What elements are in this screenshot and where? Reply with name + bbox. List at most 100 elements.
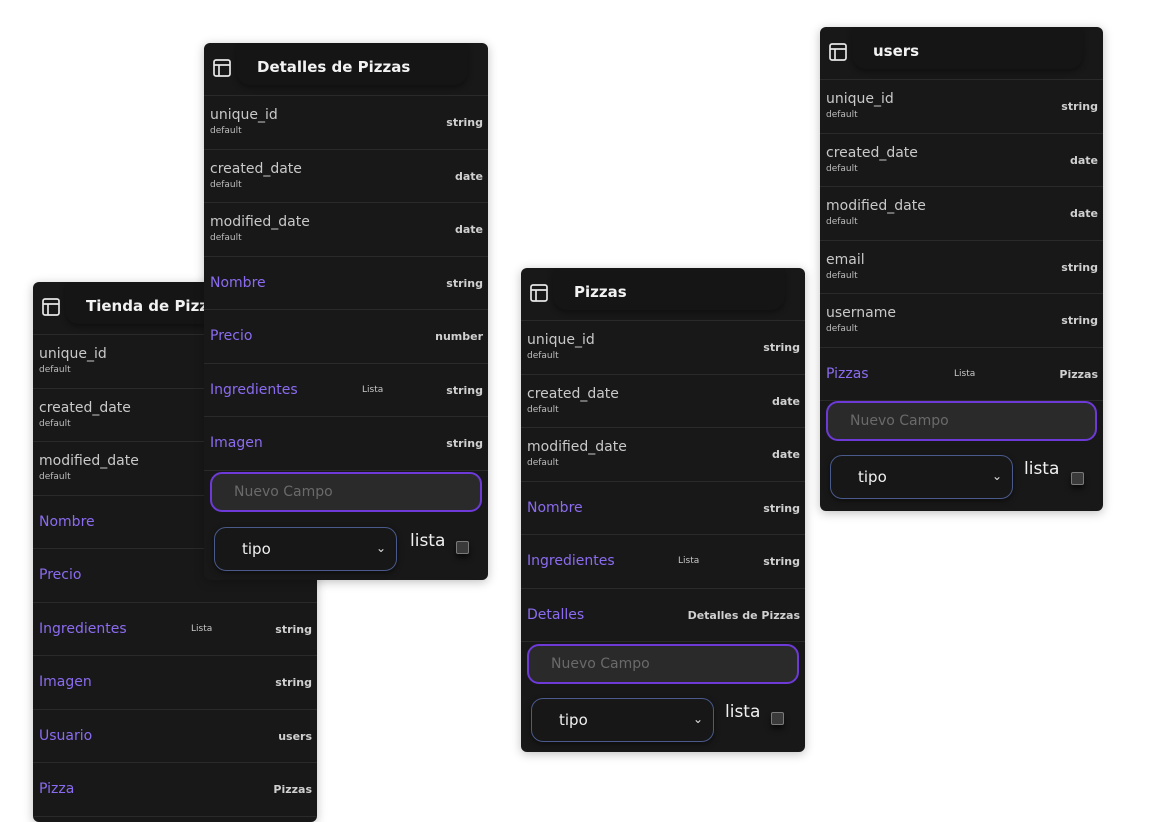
new-field-input[interactable] bbox=[527, 644, 799, 684]
field-row[interactable]: username default string bbox=[820, 294, 1103, 348]
field-row[interactable]: modified_date default date bbox=[521, 428, 805, 482]
field-type: string bbox=[275, 676, 312, 689]
card-header: Detalles de Pizzas bbox=[204, 43, 488, 96]
field-default-label: default bbox=[39, 472, 71, 482]
field-name: Precio bbox=[210, 328, 253, 344]
field-name: email bbox=[826, 251, 865, 268]
field-row[interactable]: unique_iddefault string bbox=[820, 80, 1103, 134]
field-default-label: default bbox=[826, 110, 858, 120]
chevron-down-icon: ⌄ bbox=[991, 469, 1002, 483]
field-row[interactable]: email default string bbox=[820, 241, 1103, 294]
field-default-label: default bbox=[527, 458, 559, 468]
field-name: Precio bbox=[39, 567, 82, 583]
field-type: date bbox=[454, 169, 483, 183]
type-select[interactable]: tipo ⌄ bbox=[830, 455, 1013, 499]
type-select-value: tipo bbox=[559, 711, 588, 729]
new-field-input[interactable] bbox=[826, 401, 1097, 441]
field-row[interactable]: Ingredientes Lista string bbox=[33, 603, 317, 656]
field-list: unique_id default string created_date defau… bbox=[204, 96, 488, 471]
field-type: users bbox=[278, 729, 312, 743]
table-title: Tienda de Pizza bbox=[86, 297, 219, 315]
lista-checkbox[interactable] bbox=[1071, 472, 1084, 485]
field-row[interactable]: Nombre string bbox=[204, 257, 488, 310]
field-row[interactable]: created_date default date bbox=[521, 375, 805, 428]
field-name: created_date bbox=[527, 385, 619, 402]
field-row[interactable]: unique_iddefault string bbox=[204, 96, 488, 150]
field-type: string bbox=[446, 116, 483, 129]
field-name: created_date bbox=[826, 144, 918, 161]
field-row[interactable]: Detalles Detalles de Pizzas bbox=[521, 589, 805, 642]
chevron-down-icon: ⌄ bbox=[692, 712, 703, 726]
table-card-pizzas[interactable]: Pizzas unique_id default string created_da… bbox=[521, 268, 805, 752]
field-row[interactable]: Precio number bbox=[204, 310, 488, 364]
field-default-label: default bbox=[826, 324, 858, 334]
field-type: string bbox=[763, 555, 800, 568]
field-type: date bbox=[454, 223, 483, 236]
field-default-label: default bbox=[39, 365, 71, 375]
field-name: created_date bbox=[39, 399, 131, 416]
field-name: unique_id bbox=[826, 91, 894, 107]
list-flag: Lista bbox=[678, 556, 700, 566]
field-name: unique_id bbox=[39, 346, 107, 362]
field-default-label: default bbox=[826, 217, 858, 227]
field-type: Pizzas bbox=[1059, 367, 1098, 381]
field-name: Ingredientes bbox=[210, 381, 298, 398]
field-row[interactable]: created_datedefault date bbox=[820, 134, 1103, 187]
field-default-label: default bbox=[210, 126, 242, 136]
field-type: date bbox=[1069, 207, 1098, 220]
lista-label: lista bbox=[725, 702, 761, 722]
lista-checkbox[interactable] bbox=[771, 712, 784, 725]
field-name: unique_id bbox=[210, 107, 278, 123]
field-row[interactable]: modified_datedefault date bbox=[820, 187, 1103, 241]
field-type: string bbox=[763, 341, 800, 354]
field-default-label: default bbox=[826, 163, 858, 174]
new-field-input[interactable] bbox=[210, 472, 482, 512]
field-row[interactable]: Ingredientes Lista string bbox=[521, 535, 805, 589]
table-card-users[interactable]: users unique_iddefault string created_dat… bbox=[820, 27, 1103, 511]
field-list: unique_id default string created_date defau… bbox=[820, 80, 1103, 401]
field-default-label: default bbox=[210, 233, 242, 243]
field-row[interactable]: Imagen string bbox=[204, 417, 488, 471]
table-icon bbox=[213, 59, 231, 77]
field-default-label: default bbox=[527, 404, 559, 415]
field-row[interactable]: modified_datedefault date bbox=[204, 203, 488, 257]
field-name: modified_date bbox=[39, 453, 139, 469]
field-row[interactable]: Pizza Pizzas bbox=[33, 763, 317, 817]
field-type: string bbox=[1061, 260, 1098, 274]
field-default-label: default bbox=[210, 179, 242, 190]
field-row[interactable]: Imagen string bbox=[33, 656, 317, 710]
field-name: Imagen bbox=[39, 674, 92, 690]
type-select-value: tipo bbox=[242, 540, 271, 558]
table-title: Detalles de Pizzas bbox=[257, 58, 411, 76]
field-type: date bbox=[1069, 153, 1098, 167]
type-select[interactable]: tipo ⌄ bbox=[531, 698, 714, 742]
field-row[interactable]: Pizzas Lista Pizzas bbox=[820, 348, 1103, 401]
field-type: Pizzas bbox=[273, 783, 312, 796]
field-type: number bbox=[435, 330, 483, 343]
card-header: Pizzas bbox=[521, 268, 805, 321]
field-type: string bbox=[1061, 314, 1098, 327]
table-icon bbox=[530, 284, 548, 302]
field-row[interactable]: Nombre string bbox=[521, 482, 805, 535]
field-row[interactable]: created_date default date bbox=[204, 150, 488, 203]
field-row[interactable]: Usuario users bbox=[33, 710, 317, 763]
field-type: string bbox=[1061, 100, 1098, 113]
field-name: modified_date bbox=[826, 198, 926, 214]
field-default-label: default bbox=[826, 270, 858, 281]
lista-checkbox[interactable] bbox=[456, 541, 469, 554]
field-name: Usuario bbox=[39, 727, 93, 744]
table-card-detalles[interactable]: Detalles de Pizzas unique_iddefault strin… bbox=[204, 43, 488, 580]
field-row[interactable]: Ingredientes Lista string bbox=[204, 364, 488, 417]
type-select[interactable]: tipo ⌄ bbox=[214, 527, 397, 571]
card-header: users bbox=[820, 27, 1103, 80]
field-type: date bbox=[771, 448, 800, 461]
field-row[interactable]: unique_id default string bbox=[521, 321, 805, 375]
field-name: modified_date bbox=[210, 214, 310, 230]
lista-label: lista bbox=[410, 531, 446, 551]
list-flag: Lista bbox=[191, 623, 213, 634]
lista-label: lista bbox=[1024, 459, 1060, 479]
list-flag: Lista bbox=[954, 368, 976, 379]
field-default-label: default bbox=[527, 351, 559, 361]
field-name: Nombre bbox=[210, 274, 266, 291]
field-name: Pizza bbox=[39, 781, 75, 797]
